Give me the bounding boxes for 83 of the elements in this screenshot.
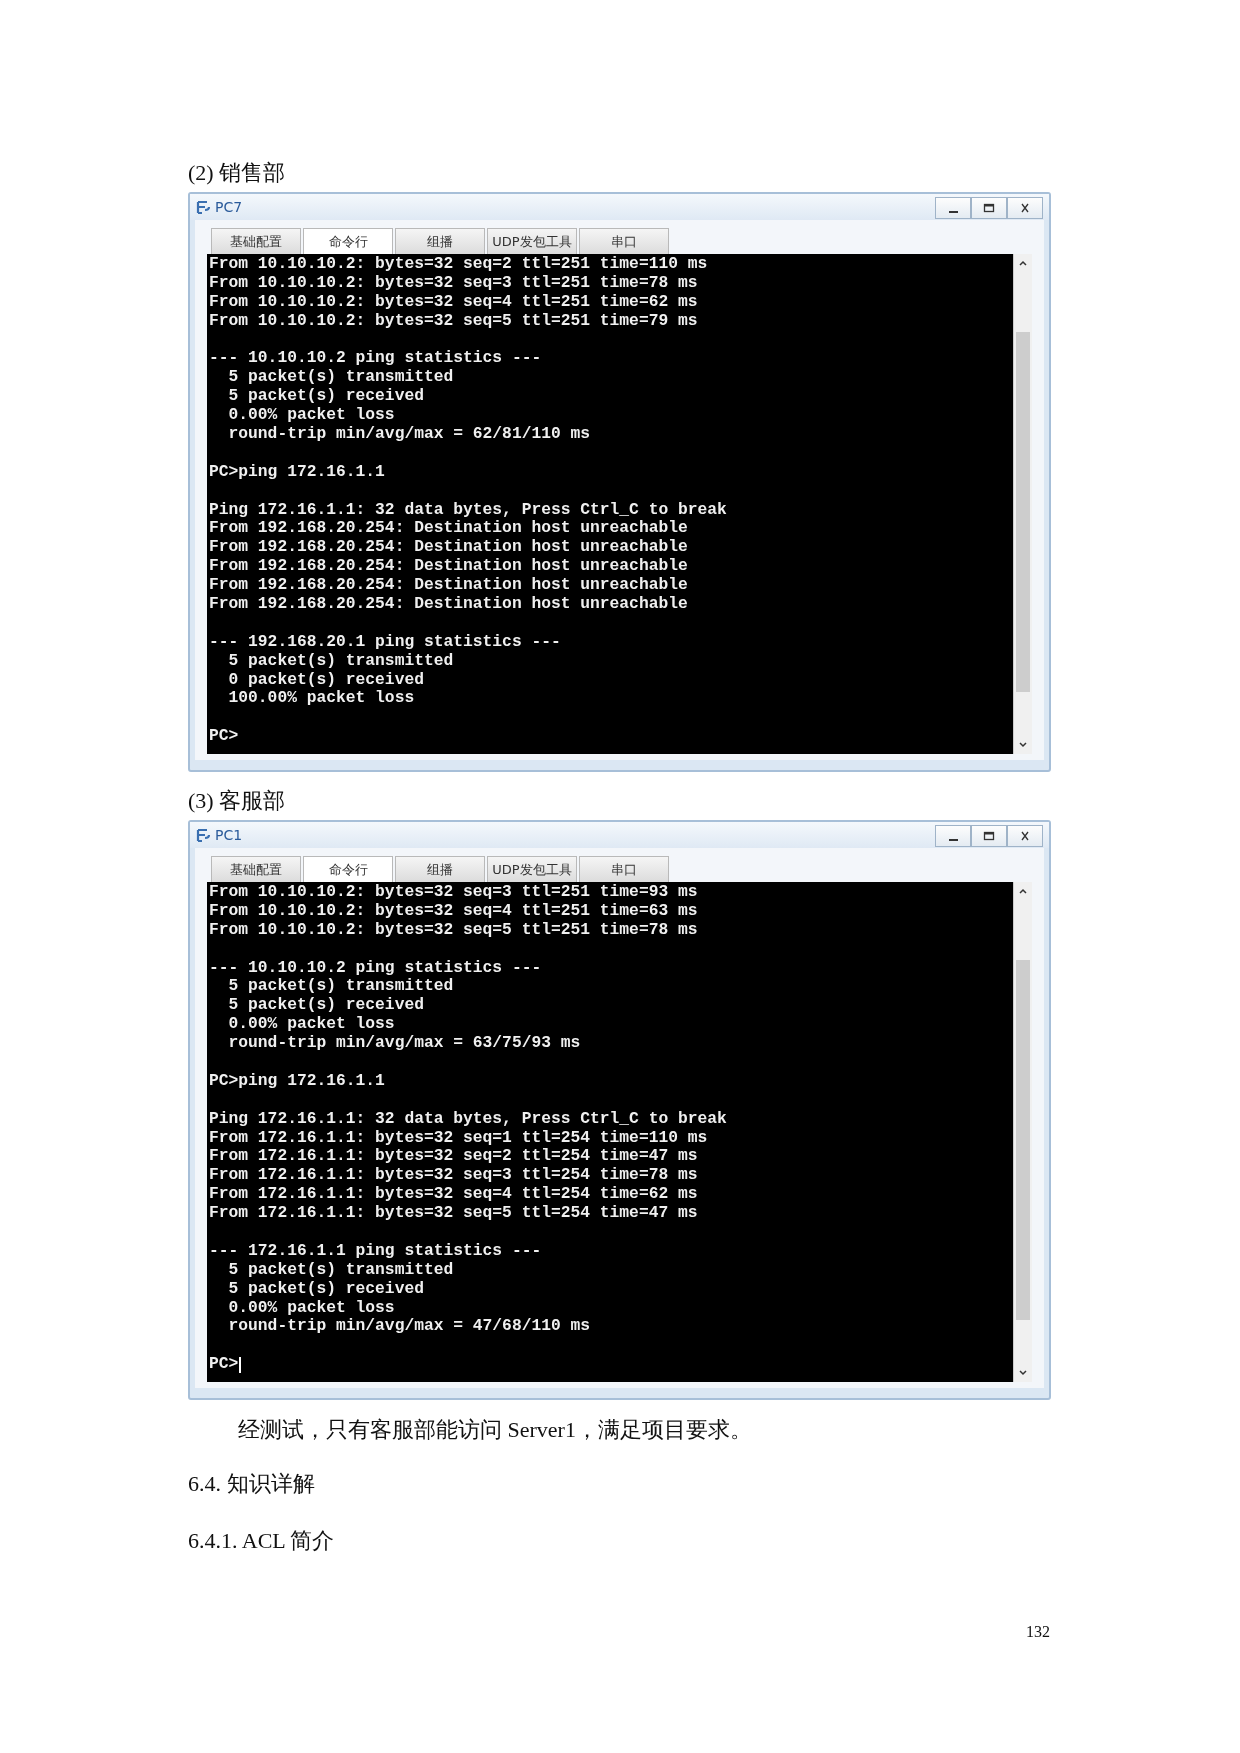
close-button[interactable]	[1007, 197, 1043, 219]
terminal-line: --- 10.10.10.2 ping statistics ---	[209, 958, 542, 978]
scroll-down-icon[interactable]	[1018, 741, 1028, 749]
window-title: PC7	[215, 199, 243, 215]
network-icon	[196, 199, 212, 215]
terminal-line: From 192.168.20.254: Destination host unreachable	[209, 576, 688, 596]
scrollbar[interactable]	[1013, 882, 1032, 1382]
tab[interactable]: 命令行	[303, 856, 393, 882]
tab[interactable]: 组播	[395, 228, 485, 254]
tab[interactable]: 命令行	[303, 228, 393, 254]
close-icon	[1019, 830, 1031, 842]
minimize-button[interactable]	[935, 197, 971, 219]
page-number: 132	[1026, 1623, 1050, 1640]
text-cursor	[239, 1356, 241, 1373]
terminal-line: From 10.10.10.2: bytes=32 seq=5 ttl=251 time=79 ms	[209, 311, 698, 331]
terminal-line: From 192.168.20.254: Destination host unreachable	[209, 538, 688, 558]
terminal-line: --- 10.10.10.2 ping statistics ---	[209, 349, 542, 369]
minimize-icon	[948, 839, 958, 841]
terminal-line: 0.00% packet loss	[227, 1015, 395, 1035]
terminal-line: PC>	[209, 727, 239, 747]
terminal-line: --- 172.16.1.1 ping statistics ---	[209, 1241, 542, 1261]
terminal-line: 5 packet(s) transmitted	[227, 977, 454, 997]
close-icon	[1019, 202, 1031, 214]
tab[interactable]: 基础配置	[211, 228, 301, 254]
tab[interactable]: UDP发包工具	[487, 228, 577, 254]
terminal-line: 5 packet(s) received	[227, 996, 424, 1016]
terminal-line: From 172.16.1.1: bytes=32 seq=4 ttl=254 time=62 ms	[209, 1185, 698, 1205]
terminal-line: Ping 172.16.1.1: 32 data bytes, Press Ctrl_C to break	[209, 500, 727, 520]
scrollbar[interactable]	[1013, 254, 1032, 754]
tab[interactable]: 串口	[579, 228, 669, 254]
terminal-line: From 192.168.20.254: Destination host unreachable	[209, 557, 688, 577]
terminal-line: 5 packet(s) transmitted	[227, 1260, 454, 1280]
terminal-line: From 192.168.20.254: Destination host unreachable	[209, 519, 688, 539]
minimize-button[interactable]	[935, 825, 971, 847]
terminal-line: From 10.10.10.2: bytes=32 seq=4 ttl=251 time=62 ms	[209, 292, 698, 312]
maximize-icon	[983, 830, 995, 842]
terminal-line: From 10.10.10.2: bytes=32 seq=2 ttl=251 time=110 ms	[209, 255, 708, 274]
terminal-line: round-trip min/avg/max = 63/75/93 ms	[227, 1034, 581, 1054]
terminal-line: 5 packet(s) received	[227, 387, 424, 407]
terminal-line: PC>ping 172.16.1.1	[209, 462, 385, 482]
terminal-line: round-trip min/avg/max = 62/81/110 ms	[227, 425, 591, 444]
section-heading: 6.4. 知识详解	[188, 1470, 316, 1498]
terminal-line: From 10.10.10.2: bytes=32 seq=5 ttl=251 time=78 ms	[209, 920, 698, 940]
terminal-line: From 172.16.1.1: bytes=32 seq=3 ttl=254 time=78 ms	[209, 1166, 698, 1186]
maximize-button[interactable]	[971, 825, 1007, 847]
window-title: PC1	[215, 827, 243, 843]
scroll-up-icon[interactable]	[1018, 887, 1028, 895]
maximize-icon	[983, 202, 995, 214]
terminal-line: 5 packet(s) transmitted	[227, 651, 454, 671]
terminal-line: 100.00% packet loss	[227, 689, 415, 709]
terminal-line: PC>ping 172.16.1.1	[209, 1071, 385, 1091]
scroll-down-icon[interactable]	[1018, 1369, 1028, 1377]
terminal-line: From 10.10.10.2: bytes=32 seq=4 ttl=251 time=63 ms	[209, 901, 698, 921]
close-button[interactable]	[1007, 825, 1043, 847]
section-heading: 6.4.1. ACL 简介	[188, 1527, 336, 1555]
tab[interactable]: 串口	[579, 856, 669, 882]
terminal-line: round-trip min/avg/max = 47/68/110 ms	[227, 1317, 591, 1337]
terminal-line: 0.00% packet loss	[227, 406, 395, 426]
network-icon	[196, 827, 212, 843]
terminal-line: --- 192.168.20.1 ping statistics ---	[209, 632, 561, 652]
minimize-icon	[948, 211, 958, 213]
section-heading: (3) 客服部	[188, 787, 287, 815]
scroll-up-icon[interactable]	[1018, 259, 1028, 267]
terminal-line: 0 packet(s) received	[227, 670, 424, 690]
terminal-line: From 10.10.10.2: bytes=32 seq=3 ttl=251 time=93 ms	[209, 883, 698, 902]
scrollbar-thumb[interactable]	[1016, 960, 1030, 1320]
scrollbar-thumb[interactable]	[1016, 332, 1030, 692]
tab[interactable]: 组播	[395, 856, 485, 882]
tab[interactable]: UDP发包工具	[487, 856, 577, 882]
tab[interactable]: 基础配置	[211, 856, 301, 882]
terminal-line: 0.00% packet loss	[227, 1298, 395, 1318]
terminal-line: From 172.16.1.1: bytes=32 seq=2 ttl=254 time=47 ms	[209, 1147, 698, 1167]
terminal-line: From 172.16.1.1: bytes=32 seq=5 ttl=254 time=47 ms	[209, 1204, 698, 1224]
terminal-line: Ping 172.16.1.1: 32 data bytes, Press Ctrl_C to break	[209, 1109, 727, 1129]
terminal-line: 5 packet(s) transmitted	[227, 368, 454, 388]
maximize-button[interactable]	[971, 197, 1007, 219]
terminal-line: PC>	[209, 1355, 239, 1375]
terminal-line: From 172.16.1.1: bytes=32 seq=1 ttl=254 time=110 ms	[209, 1128, 708, 1148]
section-heading: (2) 销售部	[188, 159, 287, 187]
terminal-line: From 10.10.10.2: bytes=32 seq=3 ttl=251 time=78 ms	[209, 273, 698, 293]
terminal-line: From 192.168.20.254: Destination host unreachable	[209, 595, 688, 614]
terminal-line: 5 packet(s) received	[227, 1279, 424, 1299]
body-paragraph: 经测试，只有客服部能访问 Server1，满足项目要求。	[237, 1416, 753, 1444]
